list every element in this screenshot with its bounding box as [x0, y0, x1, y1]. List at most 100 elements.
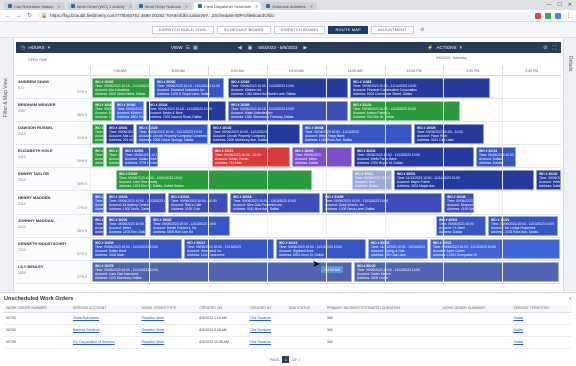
- browser-tab[interactable]: Work Order Nationw ✕: [134, 2, 193, 10]
- utilization-badge: 31% 5: [77, 136, 87, 141]
- address-bar: ← → ↻ 🔒 https://fsg.bzaudit.fieldmetry.c…: [0, 10, 576, 22]
- favicon-icon: [70, 4, 75, 8]
- time-slot-header: 10:00 AM: [266, 66, 325, 76]
- chevron-left-icon[interactable]: ◀: [238, 45, 242, 51]
- table-link[interactable]: Bamma Gardens: [73, 328, 99, 332]
- utilization-badge: 27% 5: [77, 90, 87, 94]
- favicon-icon: [198, 4, 203, 8]
- browser-tab[interactable]: Work Order (WO) 1 Activity ✕: [66, 2, 133, 10]
- page-number[interactable]: 1: [282, 356, 290, 363]
- close-tab-icon[interactable]: ✕: [255, 4, 258, 9]
- table-link[interactable]: Clint Torrance: [249, 316, 271, 320]
- fullscreen-icon[interactable]: ⛶: [552, 45, 556, 51]
- resource-row-header[interactable]: ANDREW SHAW 6 O 27% 5: [16, 76, 90, 100]
- resource-row-header[interactable]: KENNETH MOUSTACHRY 2212 27% 5: [16, 237, 90, 261]
- table-link[interactable]: Dallas: [513, 340, 523, 344]
- resource-row: [90, 145, 561, 169]
- app-tab[interactable]: SCHEDULE BOARD: [216, 25, 271, 34]
- table-link[interactable]: Reactive Work: [142, 316, 165, 320]
- extension-icon[interactable]: [535, 12, 541, 19]
- column-header[interactable]: WORK ORDER NUMBER: [4, 305, 71, 313]
- column-header[interactable]: WORK ORDER SUMMARY: [440, 305, 512, 313]
- chevron-down-icon: ▾: [459, 44, 462, 51]
- actions-menu[interactable]: ⚡ ACTIONS ▾: [427, 45, 462, 51]
- table-row[interactable]: 00753 Zimla Rubinstein Reactive Work 8/3/20…: [4, 312, 572, 325]
- close-tab-icon[interactable]: ✕: [129, 4, 132, 9]
- pager: PAGE 1 OF 1: [270, 356, 300, 363]
- reload-icon[interactable]: ↻: [26, 12, 33, 19]
- utilization-badge: 27% 5: [77, 274, 87, 279]
- column-header[interactable]: PRIMARY INCIDENT ESTIMATED DURATION: [324, 305, 441, 313]
- resource-row-header[interactable]: ENNER TAYLOR 2219 38% 5: [16, 168, 90, 192]
- column-header[interactable]: SERVICE TERRITORY: [511, 305, 572, 313]
- resource-row-header[interactable]: BRIGHAM WEAVER 2007 36% 5: [16, 99, 90, 123]
- table-cell: 00753: [4, 312, 71, 325]
- utilization-badge: 36% 5: [77, 228, 87, 233]
- resource-name: JOHNNY MADDAN: [18, 217, 54, 223]
- extension-icon[interactable]: [545, 12, 551, 19]
- window-control-icon[interactable]: ☐: [557, 2, 561, 8]
- resource-row-header[interactable]: JOHNNY MADDAN 2222 36% 5: [16, 214, 90, 238]
- favicon-icon: [8, 4, 12, 8]
- column-header[interactable]: SERVICE ACCOUNT: [71, 305, 140, 313]
- view-selector[interactable]: VIEW ☰ ▦: [171, 45, 198, 51]
- resource-row: [90, 122, 561, 146]
- resource-name: LILY BENLEY: [18, 263, 44, 269]
- column-header[interactable]: SUB STATUS: [286, 305, 325, 313]
- unscheduled-table: WORK ORDER NUMBER SERVICE ACCOUNT WORK ORD…: [4, 305, 572, 349]
- app-tab[interactable]: DISPATCH BOARD: [273, 25, 326, 34]
- resource-name: ANDREW SHAW: [18, 79, 50, 84]
- resource-name: DAWSON RUSSEL: [18, 125, 54, 131]
- resource-row-header[interactable]: HENRY MADDEN 2112 27% 5: [16, 191, 90, 215]
- resource-row-header[interactable]: DAWSON RUSSEL 2115 31% 5: [16, 122, 90, 146]
- date-range[interactable]: 5/6/2023 - 5/6/2023: [258, 45, 297, 50]
- app-header: DISPATCH BUILD TOOL SCHEDULE BOARD DISPATC…: [0, 22, 576, 38]
- table-link[interactable]: Dallas: [513, 316, 523, 320]
- url-field[interactable]: 🔒 https://fsg.bzaudit.fieldmetry.com/?78…: [37, 11, 531, 20]
- list-icon: ☰: [185, 44, 190, 51]
- settings-icon[interactable]: ⚙: [543, 45, 547, 51]
- toolbar-tools: ⚙ ⛶: [543, 45, 556, 51]
- schedule-grid[interactable]: WO # 10362 Time: 09/06/2023 10:15 - 11/13…: [16, 76, 561, 284]
- back-icon[interactable]: ←: [4, 13, 11, 19]
- window-control-icon[interactable]: ✕: [568, 2, 572, 8]
- scheduler-toolbar: ◷ HOURS ▾ VIEW ☰ ▦ ◀ ▣ 5/6/2023 - 5/6/20…: [16, 42, 561, 53]
- table-link[interactable]: Dallas: [513, 328, 523, 332]
- table-link[interactable]: Ely Corporation of America: [73, 340, 115, 344]
- table-link[interactable]: Clint Torrance: [249, 328, 271, 332]
- column-header[interactable]: WORK ORDER TYPE: [139, 305, 198, 313]
- close-tab-icon[interactable]: ✕: [310, 4, 313, 9]
- browser-tab[interactable]: Cart Scheduler Nation ✕: [4, 2, 65, 10]
- close-tab-icon[interactable]: ✕: [57, 4, 60, 9]
- resource-row-header[interactable]: ELIZABETH HOLE 2119 30% 5: [16, 145, 90, 169]
- details-panel[interactable]: Details: [563, 38, 576, 292]
- gear-icon[interactable]: ⚙: [420, 27, 424, 33]
- calendar-icon[interactable]: ▣: [248, 45, 253, 51]
- table-row[interactable]: 00758 Ely Corporation of America Reactive …: [4, 336, 572, 349]
- extension-icon[interactable]: [555, 12, 561, 19]
- table-row[interactable]: 00763 Bamma Gardens Reactive Work 8/3/2023 …: [4, 324, 572, 337]
- details-panel-label: Details: [567, 56, 573, 72]
- table-link[interactable]: Zimla Rubinstein: [73, 316, 99, 320]
- table-link[interactable]: Reactive Work: [142, 340, 165, 344]
- browser-tab[interactable]: Schedule Activities ✕: [262, 2, 317, 10]
- browser-tab[interactable]: Field Dispatcher Schedule ✕: [194, 2, 261, 10]
- browser-tab-label: Work Order Nationw: [144, 3, 181, 9]
- app-tab[interactable]: DISPATCH BUILD TOOL: [151, 25, 214, 34]
- utilization-badge: 27% 5: [77, 205, 87, 210]
- app-tab[interactable]: ADJUSTMENT: [371, 25, 414, 34]
- table-link[interactable]: Reactive Work: [142, 328, 165, 332]
- column-header[interactable]: CREATED ON: [197, 305, 248, 313]
- column-header[interactable]: CREATED BY: [247, 305, 287, 313]
- close-icon[interactable]: ✕: [569, 296, 572, 301]
- forward-icon[interactable]: →: [15, 13, 22, 19]
- menu-icon[interactable]: ⋮: [565, 12, 572, 19]
- hours-dropdown[interactable]: ◷ HOURS ▾: [21, 45, 101, 51]
- app-tab[interactable]: ROUTE MAP: [328, 25, 369, 34]
- table-link[interactable]: Clint Torrance: [249, 340, 271, 344]
- close-tab-icon[interactable]: ✕: [185, 4, 188, 9]
- chevron-right-icon[interactable]: ▶: [303, 45, 307, 51]
- filter-panel[interactable]: Filter & Map View: [0, 38, 14, 292]
- resource-row-header[interactable]: LILY BENLEY 3020 27% 5: [16, 260, 90, 284]
- window-control-icon[interactable]: —: [546, 2, 551, 8]
